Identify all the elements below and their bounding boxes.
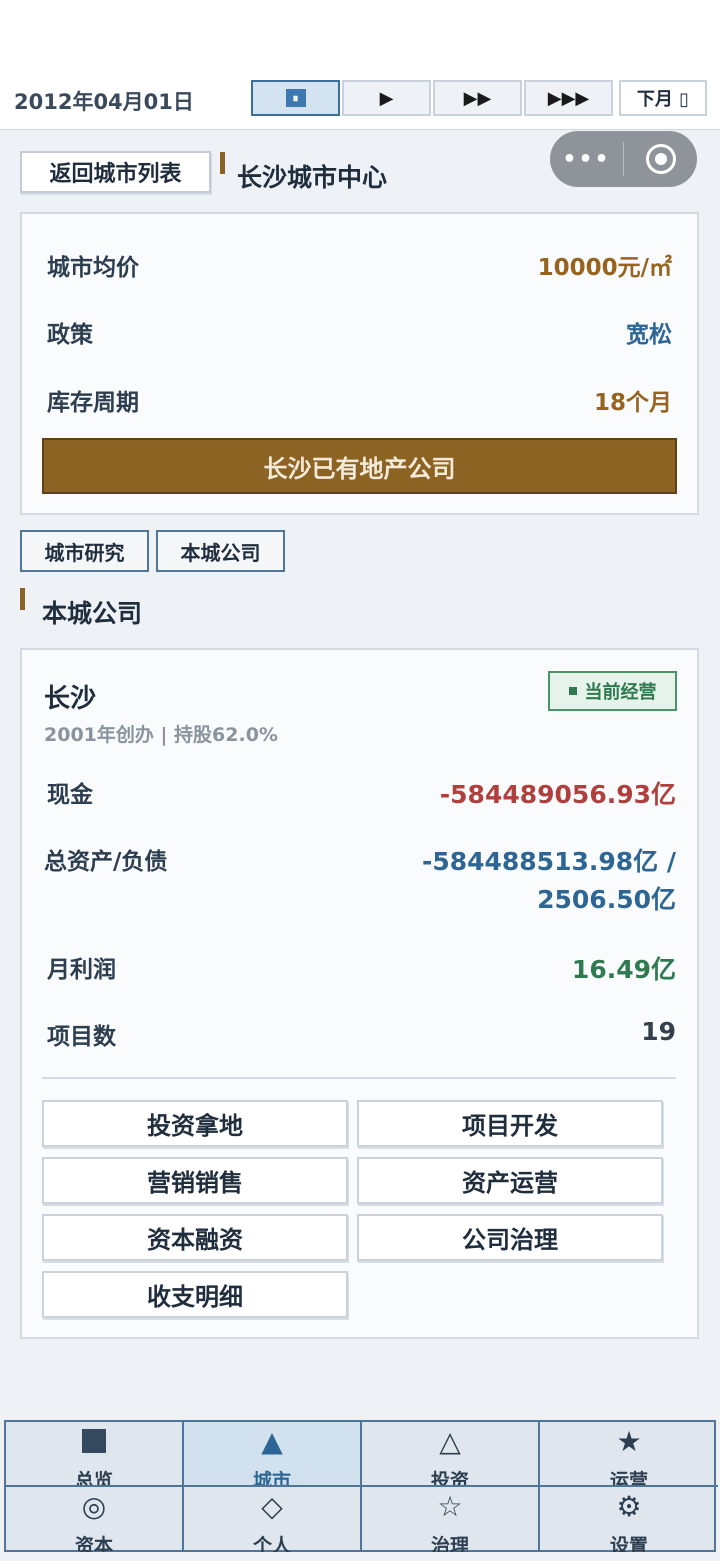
nav-overview[interactable]: 总览 bbox=[6, 1422, 184, 1487]
income-expense-button[interactable]: 收支明细 bbox=[42, 1271, 348, 1318]
nav-city-label: 城市 bbox=[252, 1470, 291, 1487]
asset-ops-button[interactable]: 资产运营 bbox=[357, 1157, 663, 1204]
nav-invest[interactable]: △ 投资 bbox=[362, 1422, 540, 1487]
speed-2-button[interactable]: ▶▶ bbox=[433, 80, 522, 116]
star-filled-icon: ★ bbox=[616, 1425, 642, 1458]
triangle-outline-icon: △ bbox=[439, 1425, 461, 1458]
more-icon[interactable]: ••• bbox=[550, 147, 623, 172]
company-subtitle: 2001年创办 | 持股62.0% bbox=[44, 724, 278, 746]
liabilities-value: 2506.50亿 bbox=[537, 885, 676, 914]
capsule-divider bbox=[623, 142, 624, 176]
tab-city-research[interactable]: 城市研究 bbox=[20, 530, 149, 572]
invest-land-button[interactable]: 投资拿地 bbox=[42, 1100, 348, 1147]
top-bar: 2012年04月01日 ⏸ ▶ ▶▶ ▶▶▶ 下月 ▯ bbox=[0, 0, 720, 130]
corporate-governance-button[interactable]: 公司治理 bbox=[357, 1214, 663, 1261]
square-icon bbox=[6, 1426, 182, 1460]
nav-operations[interactable]: ★ 运营 bbox=[540, 1422, 718, 1487]
status-dot-icon bbox=[568, 687, 577, 695]
nav-settings-label: 设置 bbox=[609, 1535, 648, 1552]
nav-city[interactable]: ▲ 城市 bbox=[184, 1422, 362, 1487]
project-count-label: 项目数 bbox=[47, 1024, 116, 1050]
nav-personal-label: 个人 bbox=[252, 1535, 291, 1552]
monthly-profit-value: 16.49亿 bbox=[571, 955, 676, 984]
section-title: 本城公司 bbox=[42, 599, 143, 628]
nav-governance-label: 治理 bbox=[430, 1535, 469, 1552]
monthly-profit-label: 月利润 bbox=[47, 957, 116, 983]
close-miniprogram-icon[interactable] bbox=[646, 144, 676, 174]
nav-invest-label: 投资 bbox=[430, 1470, 469, 1487]
avg-price-label: 城市均价 bbox=[47, 255, 139, 281]
nav-capital[interactable]: ◎ 资本 bbox=[6, 1487, 184, 1552]
nav-settings[interactable]: ⚙ 设置 bbox=[540, 1487, 718, 1553]
city-title: 长沙城市中心 bbox=[237, 163, 388, 192]
circle-target-icon: ◎ bbox=[81, 1490, 107, 1523]
policy-value: 宽松 bbox=[626, 322, 672, 348]
nav-capital-label: 资本 bbox=[74, 1535, 113, 1552]
policy-label: 政策 bbox=[47, 322, 93, 348]
status-badge-label: 当前经营 bbox=[584, 682, 657, 703]
capital-financing-button[interactable]: 资本融资 bbox=[42, 1214, 348, 1261]
nav-operations-label: 运营 bbox=[609, 1470, 648, 1487]
inventory-cycle-value: 18个月 bbox=[593, 390, 672, 416]
section-accent-bar bbox=[20, 588, 25, 610]
project-dev-button[interactable]: 项目开发 bbox=[357, 1100, 663, 1147]
tab-city-companies[interactable]: 本城公司 bbox=[156, 530, 285, 572]
pause-icon: ⏸ bbox=[285, 89, 306, 107]
speed-3-button[interactable]: ▶▶▶ bbox=[524, 80, 613, 116]
nav-personal[interactable]: ◇ 个人 bbox=[184, 1487, 362, 1552]
title-accent-bar bbox=[220, 152, 225, 174]
city-companies-button[interactable]: 长沙已有地产公司 bbox=[42, 438, 677, 494]
marketing-sales-button[interactable]: 营销销售 bbox=[42, 1157, 348, 1204]
bottom-nav: 总览 ▲ 城市 △ 投资 ★ 运营 ◎ 资本 ◇ 个人 ☆ 治理 ⚙ 设置 bbox=[4, 1420, 718, 1553]
project-count-value: 19 bbox=[641, 1017, 676, 1046]
back-to-city-list-button[interactable]: 返回城市列表 bbox=[20, 151, 211, 193]
cash-value: -584489056.93亿 bbox=[439, 780, 676, 809]
status-badge: 当前经营 bbox=[548, 671, 677, 711]
next-month-button[interactable]: 下月 ▯ bbox=[619, 80, 707, 116]
game-date: 2012年04月01日 bbox=[14, 90, 194, 114]
diamond-icon: ◇ bbox=[261, 1490, 283, 1523]
assets-value: -584488513.98亿 / bbox=[421, 847, 676, 876]
star-outline-icon: ☆ bbox=[437, 1490, 463, 1523]
company-name: 长沙 bbox=[44, 684, 97, 714]
nav-overview-label: 总览 bbox=[74, 1470, 113, 1487]
assets-liabilities-label: 总资产/负债 bbox=[44, 849, 168, 875]
inventory-cycle-label: 库存周期 bbox=[47, 390, 139, 416]
miniprogram-capsule: ••• bbox=[550, 131, 697, 187]
pause-button[interactable]: ⏸ bbox=[251, 80, 340, 116]
cash-label: 现金 bbox=[47, 782, 93, 808]
speed-1-button[interactable]: ▶ bbox=[342, 80, 431, 116]
nav-governance[interactable]: ☆ 治理 bbox=[362, 1487, 540, 1552]
divider bbox=[42, 1077, 676, 1079]
avg-price-value: 10000元/㎡ bbox=[537, 255, 672, 281]
gear-icon: ⚙ bbox=[616, 1490, 642, 1523]
triangle-filled-icon: ▲ bbox=[261, 1425, 283, 1458]
